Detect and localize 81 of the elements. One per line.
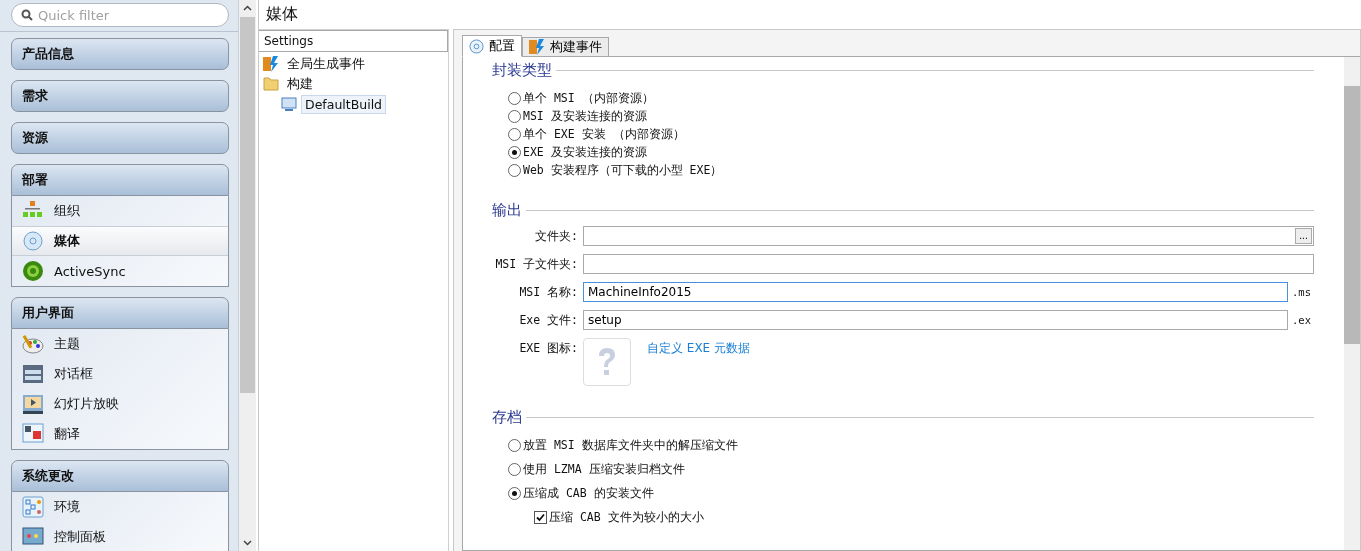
option-label: 放置 MSI 数据库文件夹中的解压缩文件 <box>523 438 738 453</box>
nav-item-label: 控制面板 <box>54 528 106 546</box>
bricks-lightning-icon <box>263 56 279 72</box>
nav-item[interactable]: ActiveSync <box>12 256 228 286</box>
dialog-window-icon <box>22 363 44 385</box>
group-header[interactable]: 产品信息 <box>11 38 229 70</box>
nav-item[interactable]: 翻译 <box>12 419 228 449</box>
group-header[interactable]: 系统更改 <box>11 460 229 492</box>
option-label: 单个 EXE 安装 （内部资源） <box>523 127 685 142</box>
tab[interactable]: 构建事件 <box>522 37 609 57</box>
option-label: Web 安装程序（可下载的小型 EXE） <box>523 163 723 178</box>
radio-button[interactable] <box>508 128 521 141</box>
nav-item-label: 幻灯片放映 <box>54 395 119 413</box>
field-label: MSI 名称: <box>518 284 578 301</box>
field-label: Exe 文件: <box>518 312 578 329</box>
checkbox[interactable] <box>534 511 547 524</box>
metadata-link[interactable]: 自定义 EXE 元数据 <box>647 338 750 357</box>
group-header[interactable]: 资源 <box>11 122 229 154</box>
radio-button[interactable] <box>508 110 521 123</box>
nav-item-label: ActiveSync <box>54 263 126 279</box>
scrollbar[interactable] <box>1344 57 1360 550</box>
input-field[interactable]: MachineInfo2015 <box>583 282 1288 302</box>
checkbox-label: 压缩 CAB 文件为较小的大小 <box>549 510 704 525</box>
nav-item-label: 对话框 <box>54 365 93 383</box>
tree-item[interactable]: DefaultBuild <box>301 94 387 114</box>
field-label: EXE 图标: <box>518 340 578 357</box>
tree-header: Settings <box>259 30 448 52</box>
nav-item[interactable]: 幻灯片放映 <box>12 389 228 419</box>
search-field[interactable]: Quick filter <box>11 3 229 27</box>
radio-button[interactable] <box>508 463 521 476</box>
input-field[interactable] <box>583 226 1314 246</box>
field-label: MSI 子文件夹: <box>494 256 578 273</box>
field-label: 文件夹: <box>534 228 578 245</box>
section-heading: 存档 <box>492 408 522 427</box>
bricks-lightning-icon <box>529 39 545 55</box>
disc-icon <box>469 38 484 54</box>
nav-item[interactable]: 对话框 <box>12 359 228 389</box>
group-header[interactable]: 需求 <box>11 80 229 112</box>
input-field[interactable] <box>583 254 1314 274</box>
nav-item[interactable]: 主题 <box>12 329 228 359</box>
radio-button[interactable] <box>508 487 521 500</box>
folder-icon <box>263 76 279 92</box>
group-header[interactable]: 用户界面 <box>11 297 229 329</box>
scrollbar[interactable] <box>239 0 256 551</box>
palette-icon <box>22 333 44 355</box>
extension-label: .ex <box>1292 314 1312 326</box>
input-field[interactable]: setup <box>583 310 1288 330</box>
nav-item[interactable]: 控制面板 <box>12 522 228 551</box>
option-label: MSI 及安装连接的资源 <box>523 109 647 124</box>
nav-item-label: 主题 <box>54 335 80 353</box>
disc-icon <box>22 230 44 252</box>
group-header[interactable]: 部署 <box>11 164 229 196</box>
section-heading: 封装类型 <box>492 61 552 80</box>
radio-button[interactable] <box>508 146 521 159</box>
page-title: 媒体 <box>265 3 299 25</box>
nav-item-label: 翻译 <box>54 425 80 443</box>
option-label: EXE 及安装连接的资源 <box>523 145 647 160</box>
tab[interactable]: 配置 <box>462 35 522 57</box>
browse-button[interactable]: ... <box>1295 228 1312 244</box>
nav-item[interactable]: 媒体 <box>12 226 228 256</box>
radio-button[interactable] <box>508 92 521 105</box>
search-icon <box>21 9 33 21</box>
option-label: 单个 MSI （内部资源） <box>523 91 654 106</box>
tree-item[interactable]: 构建 <box>283 73 317 95</box>
panel-icon <box>22 526 44 548</box>
nav-item-label: 环境 <box>54 498 80 516</box>
option-label: 压缩成 CAB 的安装文件 <box>523 486 654 501</box>
radio-button[interactable] <box>508 439 521 452</box>
slideshow-icon <box>22 393 44 415</box>
extension-label: .ms <box>1292 286 1312 298</box>
radio-button[interactable] <box>508 164 521 177</box>
nav-item-label: 组织 <box>54 202 80 220</box>
ring-icon <box>22 260 44 282</box>
section-heading: 输出 <box>492 201 522 220</box>
nav-item[interactable]: 环境 <box>12 492 228 522</box>
monitor-icon <box>281 96 297 112</box>
nav-item-label: 媒体 <box>54 232 80 250</box>
network-diagram-icon <box>22 496 44 518</box>
tree-item[interactable]: 全局生成事件 <box>283 53 369 75</box>
option-label: 使用 LZMA 压缩安装归档文件 <box>523 462 685 477</box>
nav-item[interactable]: 组织 <box>12 196 228 226</box>
